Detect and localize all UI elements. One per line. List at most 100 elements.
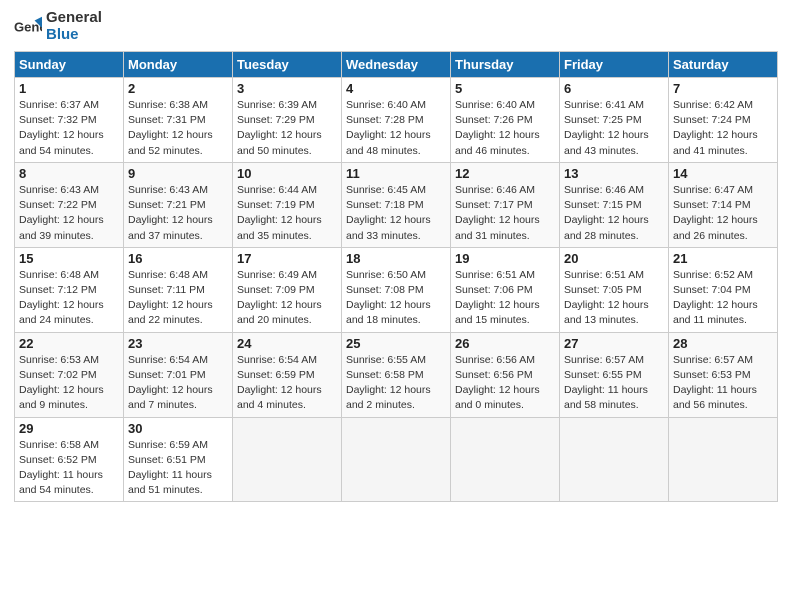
daylight-label: Daylight: 12 hours and 41 minutes. [673,129,758,156]
calendar-cell [451,417,560,502]
calendar-cell [560,417,669,502]
day-number: 1 [19,81,119,96]
calendar-header-monday: Monday [124,52,233,78]
sunset-label: Sunset: 7:19 PM [237,199,315,211]
day-info: Sunrise: 6:46 AM Sunset: 7:17 PM Dayligh… [455,183,555,244]
day-info: Sunrise: 6:43 AM Sunset: 7:22 PM Dayligh… [19,183,119,244]
calendar-cell: 27 Sunrise: 6:57 AM Sunset: 6:55 PM Dayl… [560,332,669,417]
day-number: 13 [564,166,664,181]
calendar-header-friday: Friday [560,52,669,78]
calendar-cell: 4 Sunrise: 6:40 AM Sunset: 7:28 PM Dayli… [342,78,451,163]
day-number: 15 [19,251,119,266]
day-number: 10 [237,166,337,181]
calendar-cell: 22 Sunrise: 6:53 AM Sunset: 7:02 PM Dayl… [15,332,124,417]
day-info: Sunrise: 6:40 AM Sunset: 7:28 PM Dayligh… [346,98,446,159]
day-number: 25 [346,336,446,351]
daylight-label: Daylight: 12 hours and 37 minutes. [128,214,213,241]
calendar-cell: 17 Sunrise: 6:49 AM Sunset: 7:09 PM Dayl… [233,247,342,332]
calendar-cell [233,417,342,502]
daylight-label: Daylight: 12 hours and 4 minutes. [237,384,322,411]
sunset-label: Sunset: 7:32 PM [19,114,97,126]
page-header: General General Blue [14,10,778,43]
sunset-label: Sunset: 6:51 PM [128,454,206,466]
daylight-label: Daylight: 12 hours and 46 minutes. [455,129,540,156]
day-number: 24 [237,336,337,351]
daylight-label: Daylight: 12 hours and 52 minutes. [128,129,213,156]
calendar-header-wednesday: Wednesday [342,52,451,78]
calendar-cell: 20 Sunrise: 6:51 AM Sunset: 7:05 PM Dayl… [560,247,669,332]
sunrise-label: Sunrise: 6:54 AM [128,354,208,366]
calendar-cell: 28 Sunrise: 6:57 AM Sunset: 6:53 PM Dayl… [669,332,778,417]
sunrise-label: Sunrise: 6:48 AM [19,269,99,281]
sunrise-label: Sunrise: 6:42 AM [673,99,753,111]
day-number: 27 [564,336,664,351]
sunset-label: Sunset: 7:09 PM [237,284,315,296]
calendar-cell: 1 Sunrise: 6:37 AM Sunset: 7:32 PM Dayli… [15,78,124,163]
day-info: Sunrise: 6:57 AM Sunset: 6:55 PM Dayligh… [564,353,664,414]
day-number: 16 [128,251,228,266]
sunrise-label: Sunrise: 6:48 AM [128,269,208,281]
sunrise-label: Sunrise: 6:46 AM [564,184,644,196]
sunset-label: Sunset: 7:15 PM [564,199,642,211]
sunrise-label: Sunrise: 6:49 AM [237,269,317,281]
day-info: Sunrise: 6:56 AM Sunset: 6:56 PM Dayligh… [455,353,555,414]
daylight-label: Daylight: 11 hours and 58 minutes. [564,384,648,411]
day-info: Sunrise: 6:51 AM Sunset: 7:06 PM Dayligh… [455,268,555,329]
day-info: Sunrise: 6:48 AM Sunset: 7:12 PM Dayligh… [19,268,119,329]
calendar-cell: 19 Sunrise: 6:51 AM Sunset: 7:06 PM Dayl… [451,247,560,332]
daylight-label: Daylight: 12 hours and 9 minutes. [19,384,104,411]
day-info: Sunrise: 6:57 AM Sunset: 6:53 PM Dayligh… [673,353,773,414]
logo-blue: Blue [46,26,79,43]
sunset-label: Sunset: 7:31 PM [128,114,206,126]
sunset-label: Sunset: 7:12 PM [19,284,97,296]
sunset-label: Sunset: 7:02 PM [19,369,97,381]
daylight-label: Daylight: 12 hours and 15 minutes. [455,299,540,326]
day-info: Sunrise: 6:50 AM Sunset: 7:08 PM Dayligh… [346,268,446,329]
sunset-label: Sunset: 7:11 PM [128,284,205,296]
sunrise-label: Sunrise: 6:47 AM [673,184,753,196]
sunset-label: Sunset: 7:28 PM [346,114,424,126]
sunrise-label: Sunrise: 6:37 AM [19,99,99,111]
sunrise-label: Sunrise: 6:54 AM [237,354,317,366]
calendar-week-5: 29 Sunrise: 6:58 AM Sunset: 6:52 PM Dayl… [15,417,778,502]
calendar-cell: 2 Sunrise: 6:38 AM Sunset: 7:31 PM Dayli… [124,78,233,163]
daylight-label: Daylight: 12 hours and 50 minutes. [237,129,322,156]
day-number: 12 [455,166,555,181]
calendar-header-row: SundayMondayTuesdayWednesdayThursdayFrid… [15,52,778,78]
calendar-header-saturday: Saturday [669,52,778,78]
daylight-label: Daylight: 12 hours and 43 minutes. [564,129,649,156]
daylight-label: Daylight: 12 hours and 33 minutes. [346,214,431,241]
day-number: 7 [673,81,773,96]
calendar-cell: 15 Sunrise: 6:48 AM Sunset: 7:12 PM Dayl… [15,247,124,332]
daylight-label: Daylight: 12 hours and 20 minutes. [237,299,322,326]
day-info: Sunrise: 6:48 AM Sunset: 7:11 PM Dayligh… [128,268,228,329]
sunrise-label: Sunrise: 6:53 AM [19,354,99,366]
sunset-label: Sunset: 7:08 PM [346,284,424,296]
calendar-cell: 12 Sunrise: 6:46 AM Sunset: 7:17 PM Dayl… [451,162,560,247]
day-number: 6 [564,81,664,96]
calendar-cell: 24 Sunrise: 6:54 AM Sunset: 6:59 PM Dayl… [233,332,342,417]
day-info: Sunrise: 6:44 AM Sunset: 7:19 PM Dayligh… [237,183,337,244]
day-number: 20 [564,251,664,266]
day-info: Sunrise: 6:39 AM Sunset: 7:29 PM Dayligh… [237,98,337,159]
day-info: Sunrise: 6:41 AM Sunset: 7:25 PM Dayligh… [564,98,664,159]
sunset-label: Sunset: 7:24 PM [673,114,751,126]
day-info: Sunrise: 6:47 AM Sunset: 7:14 PM Dayligh… [673,183,773,244]
sunset-label: Sunset: 6:56 PM [455,369,533,381]
daylight-label: Daylight: 12 hours and 24 minutes. [19,299,104,326]
day-number: 18 [346,251,446,266]
sunrise-label: Sunrise: 6:46 AM [455,184,535,196]
sunset-label: Sunset: 7:04 PM [673,284,751,296]
logo-icon: General [14,13,42,41]
sunset-label: Sunset: 7:29 PM [237,114,315,126]
daylight-label: Daylight: 12 hours and 13 minutes. [564,299,649,326]
day-info: Sunrise: 6:51 AM Sunset: 7:05 PM Dayligh… [564,268,664,329]
day-number: 4 [346,81,446,96]
calendar-cell: 25 Sunrise: 6:55 AM Sunset: 6:58 PM Dayl… [342,332,451,417]
day-number: 23 [128,336,228,351]
day-info: Sunrise: 6:42 AM Sunset: 7:24 PM Dayligh… [673,98,773,159]
calendar-week-2: 8 Sunrise: 6:43 AM Sunset: 7:22 PM Dayli… [15,162,778,247]
day-info: Sunrise: 6:49 AM Sunset: 7:09 PM Dayligh… [237,268,337,329]
sunrise-label: Sunrise: 6:41 AM [564,99,644,111]
sunrise-label: Sunrise: 6:51 AM [455,269,535,281]
